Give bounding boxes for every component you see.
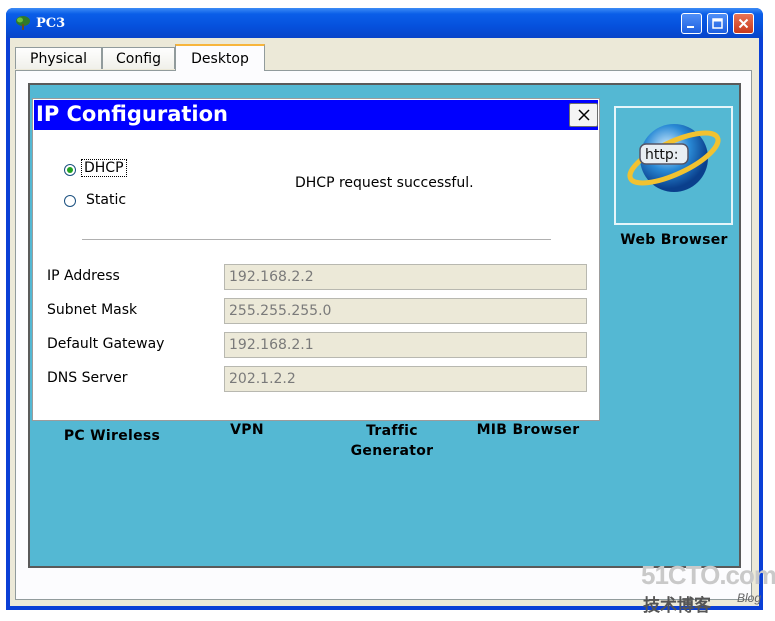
radio-selected-dot: [67, 167, 73, 173]
traffic-generator-label[interactable]: Traffic Generator: [332, 421, 452, 461]
dns-server-label: DNS Server: [47, 370, 128, 386]
mib-browser-label[interactable]: MIB Browser: [462, 420, 594, 440]
dhcp-status-text: DHCP request successful.: [295, 175, 474, 191]
ip-address-field[interactable]: [224, 264, 587, 290]
dhcp-label-text: DHCP: [81, 159, 127, 177]
dhcp-radio-label[interactable]: DHCP: [81, 159, 127, 177]
tab-physical[interactable]: Physical: [15, 47, 102, 69]
dns-server-field[interactable]: [224, 366, 587, 392]
close-icon: [577, 109, 590, 121]
window-title: PC3: [36, 16, 66, 31]
vpn-label[interactable]: VPN: [192, 420, 302, 440]
default-gateway-label: Default Gateway: [47, 336, 165, 352]
traffic-generator-label-line2: Generator: [350, 443, 434, 459]
tab-label: Physical: [30, 50, 87, 67]
maximize-icon: [712, 18, 723, 29]
static-radio-label[interactable]: Static: [86, 192, 126, 208]
http-icon-text: http:: [645, 147, 678, 163]
ip-address-label: IP Address: [47, 268, 120, 284]
traffic-generator-label-line1: Traffic: [366, 423, 418, 439]
dhcp-radio[interactable]: [64, 164, 76, 176]
dialog-close-button[interactable]: [569, 103, 598, 127]
close-icon: [738, 18, 749, 29]
watermark-site: 51CTO.com: [641, 560, 775, 590]
watermark-tagline: 技术博客: [643, 596, 711, 616]
static-radio[interactable]: [64, 195, 76, 207]
tab-config[interactable]: Config: [102, 47, 175, 69]
tab-label: Config: [116, 50, 161, 67]
web-browser-label[interactable]: Web Browser: [604, 230, 744, 250]
dialog-titlebar[interactable]: IP Configuration: [34, 100, 598, 130]
tab-label: Desktop: [191, 50, 249, 67]
ip-configuration-dialog: IP Configuration DHCP Static DHCP reques…: [32, 98, 600, 421]
pc-wireless-label[interactable]: PC Wireless: [52, 426, 172, 446]
close-button[interactable]: [733, 13, 754, 34]
dialog-title: IP Configuration: [36, 102, 228, 126]
watermark-blog: Blog: [737, 591, 762, 605]
pc-tree-icon: [16, 16, 30, 30]
minimize-button[interactable]: [681, 13, 702, 34]
subnet-mask-label: Subnet Mask: [47, 302, 138, 318]
window-titlebar[interactable]: PC3: [6, 8, 763, 38]
tab-desktop[interactable]: Desktop: [175, 44, 265, 71]
default-gateway-field[interactable]: [224, 332, 587, 358]
dialog-divider: [82, 239, 551, 241]
web-browser-globe-icon: http:: [627, 124, 721, 192]
web-browser-tile[interactable]: http:: [614, 106, 733, 225]
subnet-mask-field[interactable]: [224, 298, 587, 324]
maximize-button[interactable]: [707, 13, 728, 34]
minimize-icon: [687, 26, 694, 28]
watermark: 51CTO.com 技术博客 Blog: [641, 560, 775, 618]
